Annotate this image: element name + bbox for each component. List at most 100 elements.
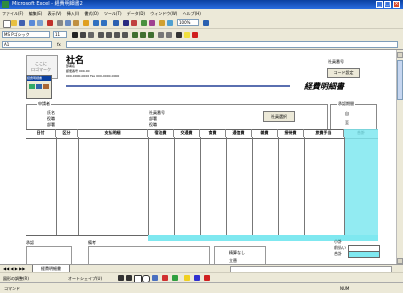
sort-descending-icon[interactable] [149,20,155,26]
comma-icon[interactable] [148,32,154,38]
zoom-select[interactable]: 100% [177,19,199,26]
menu-window[interactable]: ウィンドウ(W) [148,9,179,18]
panel-icon-a[interactable] [29,84,35,89]
line-icon[interactable] [118,275,124,281]
hyperlink-icon[interactable] [113,20,119,26]
menu-edit[interactable]: 編集(E) [27,9,45,18]
minimize-button[interactable]: _ [376,1,383,8]
textbox-icon[interactable] [152,275,158,281]
undo-icon[interactable] [93,20,99,26]
draw-font-color-icon[interactable] [204,275,210,281]
align-center-icon[interactable] [106,32,112,38]
code-setting-button[interactable]: コード設定 [327,68,360,78]
menu-insert[interactable]: 挿入(I) [65,9,81,18]
function-icon[interactable] [131,20,137,26]
col-communication: 通信費 [226,129,252,137]
fill-color-icon[interactable] [184,32,190,38]
subtotal-row-highlight [148,235,378,241]
status-bar: コマンド NUM [0,282,403,293]
font-name-select[interactable]: MS Pゴシック [2,31,50,38]
approval-period-box: 承認期間 自 至 [330,101,377,130]
preview-icon[interactable] [37,20,43,26]
table-divider [174,137,175,235]
align-right-icon[interactable] [114,32,120,38]
arrow-icon[interactable] [126,275,132,281]
fill-bucket-icon[interactable] [184,275,190,281]
name-box[interactable]: A1 [2,41,52,48]
drawing-icon[interactable] [167,20,173,26]
employee-select-button[interactable]: 社員選択 [263,111,295,122]
close-button[interactable]: × [393,1,400,8]
approval-period-label: 承認期間 [337,101,355,107]
employee-number-label: 社員番号 [328,59,344,64]
menu-data[interactable]: データ(D) [125,9,147,18]
borders-icon[interactable] [176,32,182,38]
autosum-icon[interactable] [123,20,129,26]
grand-total-value-cell[interactable] [348,251,380,258]
menu-format[interactable]: 書式(O) [82,9,100,18]
applicant-box-label: 申請者 [37,101,51,107]
chart-wizard-icon[interactable] [159,20,165,26]
table-divider [148,137,149,235]
formula-input[interactable] [66,41,398,48]
merge-center-icon[interactable] [122,32,128,38]
col-lodging: 宿泊費 [148,129,174,137]
applicant-box: 申請者 氏名 役職 部署 社員番号 部署 役職 社員選択 [26,101,328,130]
sort-ascending-icon[interactable] [141,20,147,26]
menu-view[interactable]: 表示(V) [46,9,64,18]
col-payment-detail: 支払明細 [78,129,148,137]
paste-icon[interactable] [73,20,79,26]
col-meals: 食費 [200,129,226,137]
new-icon[interactable] [3,20,11,28]
approval-to-label: 至 [345,120,349,125]
function-fx-icon[interactable]: fx [57,42,61,47]
percent-icon[interactable] [140,32,146,38]
mini-panel-title: 経費明細書 [27,76,51,81]
menu-tools[interactable]: ツール(T) [102,9,124,18]
panel-icon-b[interactable] [36,84,42,89]
wordart-icon[interactable] [162,275,168,281]
bold-icon[interactable] [72,32,78,38]
spelling-icon[interactable] [47,20,53,26]
maximize-button[interactable]: □ [384,1,391,8]
menu-file[interactable]: ファイル(F) [0,9,25,18]
clipart-icon[interactable] [172,275,178,281]
table-divider [278,137,279,235]
mini-toolbar-panel: 経費明細書 [26,75,52,99]
col-travel-allowance: 旅費手当 [304,129,344,137]
italic-icon[interactable] [80,32,86,38]
cut-icon[interactable] [57,20,63,26]
vertical-scrollbar[interactable] [396,50,403,268]
table-divider [200,137,201,235]
copy-icon[interactable] [65,20,71,26]
company-dept: 部署名 [66,64,76,68]
option-no-settlement[interactable]: 精算なし [229,250,245,256]
help-icon[interactable] [203,20,209,26]
open-icon[interactable] [11,20,17,26]
window-title: Microsoft Excel - 経費明細書2 [12,1,83,7]
col-transport: 交通費 [174,129,200,137]
print-icon[interactable] [29,20,35,26]
company-phone: 000-0000-0000 Fax 000-0000-0000 [66,74,120,78]
menu-help[interactable]: ヘルプ(H) [181,9,203,18]
table-divider [56,137,57,235]
currency-icon[interactable] [132,32,138,38]
num-lock-indicator: NUM [340,286,350,291]
decrease-indent-icon[interactable] [158,32,164,38]
redo-icon[interactable] [101,20,107,26]
align-left-icon[interactable] [98,32,104,38]
font-color-icon[interactable] [192,32,198,38]
font-size-select[interactable]: 11 [53,31,67,38]
menu-bar: ファイル(F) 編集(E) 表示(V) 挿入(I) 書式(O) ツール(T) デ… [0,9,403,18]
save-icon[interactable] [19,20,25,26]
notes-box[interactable] [88,246,210,266]
line-color-icon[interactable] [194,275,200,281]
emp-title-label: 役職 [149,122,157,127]
approval-stamp-box[interactable] [26,246,72,266]
scroll-up-icon[interactable] [397,52,403,58]
increase-indent-icon[interactable] [166,32,172,38]
panel-icon-c[interactable] [43,84,49,89]
format-painter-icon[interactable] [83,20,89,26]
scroll-thumb[interactable] [397,60,403,100]
underline-icon[interactable] [88,32,94,38]
